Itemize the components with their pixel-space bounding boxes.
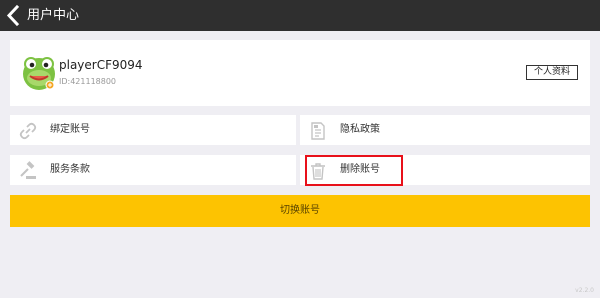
trash-icon xyxy=(308,161,328,181)
back-button[interactable] xyxy=(4,4,24,27)
link-icon xyxy=(18,121,38,141)
chevron-left-icon xyxy=(6,4,20,27)
delete-account-label: 删除账号 xyxy=(340,164,380,175)
user-id: ID:421118800 xyxy=(59,77,117,86)
frog-avatar-icon xyxy=(23,57,55,90)
header-bar: 用户中心 xyxy=(0,0,600,31)
avatar[interactable] xyxy=(21,55,57,91)
privacy-policy-item[interactable]: 隐私政策 xyxy=(300,115,590,145)
terms-of-service-label: 服务条款 xyxy=(50,164,90,175)
page-title: 用户中心 xyxy=(27,8,80,23)
version-label: v2.2.0 xyxy=(575,287,594,294)
profile-card: playerCF9094 ID:421118800 个人资料 xyxy=(10,40,590,106)
document-icon xyxy=(308,121,328,141)
profile-info-button[interactable]: 个人资料 xyxy=(526,65,578,80)
privacy-policy-label: 隐私政策 xyxy=(340,124,380,135)
bind-account-label: 绑定账号 xyxy=(50,124,90,135)
gavel-icon xyxy=(18,161,38,181)
bind-account-item[interactable]: 绑定账号 xyxy=(10,115,296,145)
switch-account-button[interactable]: 切换账号 xyxy=(10,195,590,227)
username: playerCF9094 xyxy=(59,58,143,72)
terms-of-service-item[interactable]: 服务条款 xyxy=(10,155,296,185)
delete-account-item[interactable]: 删除账号 xyxy=(300,155,590,185)
